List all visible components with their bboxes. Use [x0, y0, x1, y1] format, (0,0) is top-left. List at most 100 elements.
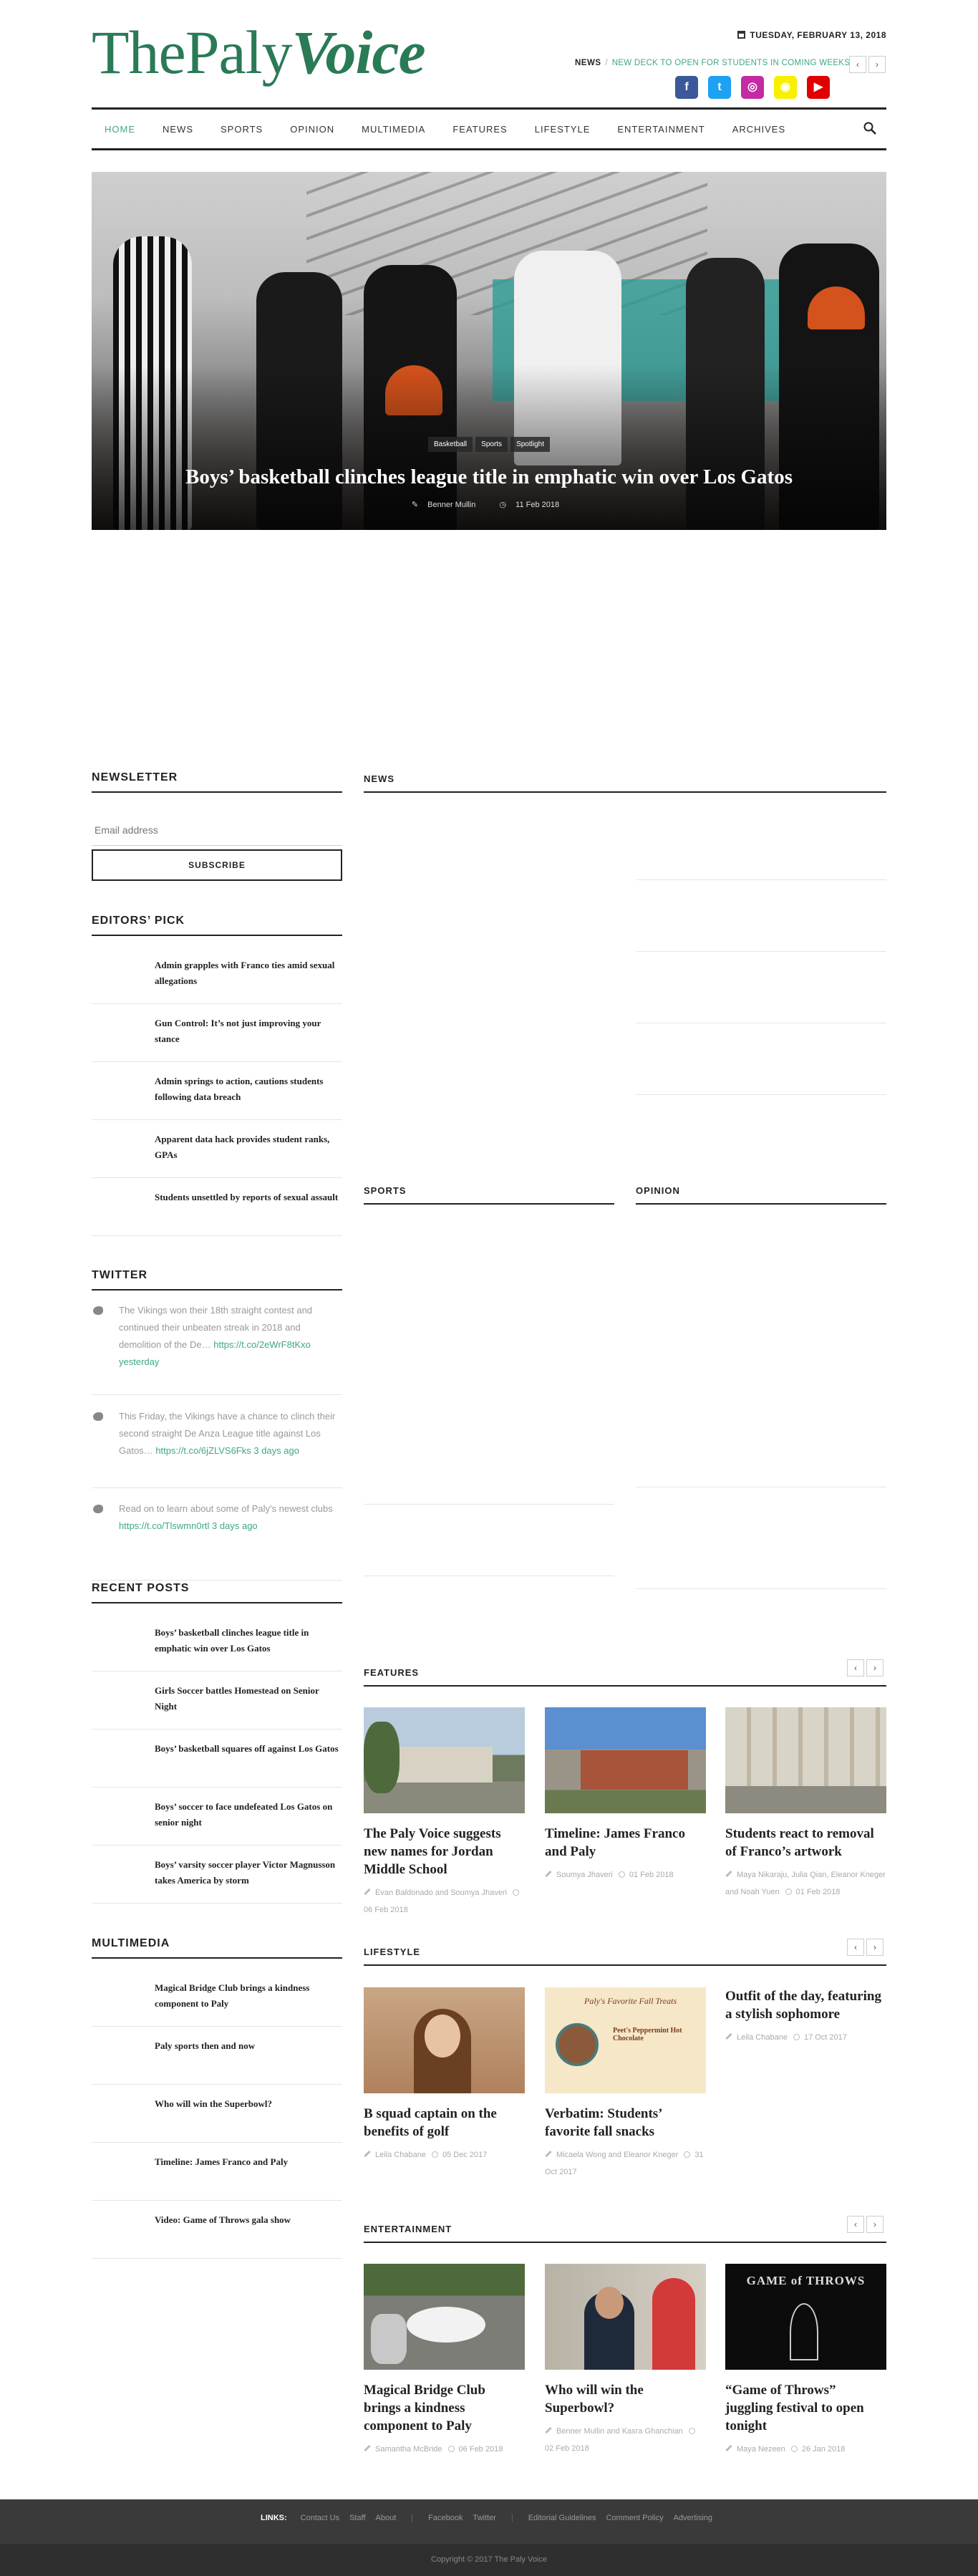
editors-pick-title[interactable]: Apparent data hack provides student rank… — [155, 1132, 341, 1163]
feature-image — [364, 1707, 525, 1813]
lifestyle-heading: LIFESTYLE — [364, 1947, 886, 1966]
entertainment-card[interactable]: Magical Bridge Club brings a kindness co… — [364, 2264, 525, 2458]
feature-card[interactable]: The Paly Voice suggests new names for Jo… — [364, 1707, 525, 1919]
hero-title[interactable]: Boys’ basketball clinches league title i… — [92, 465, 886, 489]
ticker-next-button[interactable]: › — [868, 56, 886, 73]
nav-news[interactable]: NEWS — [163, 124, 193, 135]
multimedia-title[interactable]: Magical Bridge Club brings a kindness co… — [155, 1980, 341, 2012]
lifestyle-title[interactable]: B squad captain on the benefits of golf — [364, 2105, 525, 2141]
multimedia-title[interactable]: Who will win the Superbowl? — [155, 2096, 341, 2112]
footer-link[interactable]: About — [376, 2514, 397, 2522]
snapchat-icon[interactable]: ◉ — [774, 76, 797, 99]
footer-link[interactable]: Advertising — [674, 2514, 712, 2522]
recent-post-title[interactable]: Boys’ varsity soccer player Victor Magnu… — [155, 1857, 341, 1888]
multimedia-item[interactable]: Who will win the Superbowl? — [92, 2085, 342, 2143]
multimedia-title[interactable]: Video: Game of Throws gala show — [155, 2212, 341, 2228]
recent-post-title[interactable]: Boys’ soccer to face undefeated Los Gato… — [155, 1799, 341, 1830]
tweet-time[interactable]: yesterday — [119, 1356, 159, 1367]
features-prev-button[interactable]: ‹ — [847, 1659, 864, 1677]
editors-pick-item[interactable]: Gun Control: It’s not just improving you… — [92, 1004, 342, 1062]
footer-link[interactable]: Editorial Guidelines — [528, 2514, 596, 2522]
facebook-icon[interactable]: f — [675, 76, 698, 99]
entertainment-title[interactable]: “Game of Throws” juggling festival to op… — [725, 2381, 886, 2435]
editors-pick-item[interactable]: Admin grapples with Franco ties amid sex… — [92, 946, 342, 1004]
lifestyle-image — [364, 1987, 525, 2093]
editors-pick-title[interactable]: Admin grapples with Franco ties amid sex… — [155, 957, 341, 989]
tweet-link[interactable]: https://t.co/6jZLVS6Fks — [155, 1445, 251, 1456]
hero-tag[interactable]: Spotlight — [510, 437, 550, 452]
footer-link[interactable]: Staff — [349, 2514, 365, 2522]
multimedia-title[interactable]: Paly sports then and now — [155, 2038, 341, 2054]
nav-entertainment[interactable]: ENTERTAINMENT — [617, 124, 705, 135]
search-icon[interactable] — [863, 122, 876, 135]
editors-pick-title[interactable]: Admin springs to action, cautions studen… — [155, 1074, 341, 1105]
features-next-button[interactable]: › — [866, 1659, 883, 1677]
hero-tag[interactable]: Sports — [475, 437, 508, 452]
editors-pick-item[interactable]: Students unsettled by reports of sexual … — [92, 1178, 342, 1236]
lifestyle-prev-button[interactable]: ‹ — [847, 1939, 864, 1956]
nav-opinion[interactable]: OPINION — [290, 124, 334, 135]
ticker-prev-button[interactable]: ‹ — [849, 56, 866, 73]
lifestyle-card[interactable]: Paly's Favorite Fall Treats Peet's Peppe… — [545, 1987, 706, 2181]
nav-multimedia[interactable]: MULTIMEDIA — [362, 124, 425, 135]
multimedia-item[interactable]: Video: Game of Throws gala show — [92, 2201, 342, 2259]
youtube-icon[interactable]: ▶ — [807, 76, 830, 99]
subscribe-button[interactable]: SUBSCRIBE — [92, 849, 342, 881]
twitter-icon[interactable]: t — [708, 76, 731, 99]
nav-archives[interactable]: ARCHIVES — [732, 124, 785, 135]
site-logo[interactable]: ThePalyVoice — [92, 21, 426, 83]
feature-image — [545, 1707, 706, 1813]
multimedia-item[interactable]: Timeline: James Franco and Paly — [92, 2143, 342, 2201]
nav-sports[interactable]: SPORTS — [221, 124, 263, 135]
footer-link[interactable]: Comment Policy — [606, 2514, 664, 2522]
recent-post-item[interactable]: Boys’ basketball clinches league title i… — [92, 1613, 342, 1671]
entertainment-card[interactable]: GAME of THROWS “Game of Throws” juggling… — [725, 2264, 886, 2458]
feature-title[interactable]: Students react to removal of Franco’s ar… — [725, 1825, 886, 1861]
recent-post-item[interactable]: Boys’ basketball squares off against Los… — [92, 1730, 342, 1788]
editors-pick-title[interactable]: Students unsettled by reports of sexual … — [155, 1190, 341, 1205]
multimedia-item[interactable]: Magical Bridge Club brings a kindness co… — [92, 1969, 342, 2027]
feature-card[interactable]: Students react to removal of Franco’s ar… — [725, 1707, 886, 1901]
footer-link[interactable]: Contact Us — [301, 2514, 339, 2522]
nav-home[interactable]: HOME — [105, 124, 135, 135]
tweet-link[interactable]: https://t.co/Tlswmn0rtl — [119, 1520, 209, 1531]
entertainment-prev-button[interactable]: ‹ — [847, 2216, 864, 2233]
recent-post-item[interactable]: Boys’ varsity soccer player Victor Magnu… — [92, 1846, 342, 1904]
feature-title[interactable]: Timeline: James Franco and Paly — [545, 1825, 706, 1861]
sports-heading: SPORTS — [364, 1185, 614, 1205]
recent-post-title[interactable]: Boys’ basketball clinches league title i… — [155, 1625, 341, 1656]
entertainment-card[interactable]: Who will win the Superbowl? Benner Mulli… — [545, 2264, 706, 2457]
lifestyle-title[interactable]: Outfit of the day, featuring a stylish s… — [725, 1987, 886, 2023]
tweet-time[interactable]: 3 days ago — [253, 1445, 299, 1456]
hero-feature[interactable]: Basketball Sports Spotlight Boys’ basketba… — [92, 172, 886, 530]
lifestyle-title[interactable]: Verbatim: Students’ favorite fall snacks — [545, 2105, 706, 2141]
editors-pick-title[interactable]: Gun Control: It’s not just improving you… — [155, 1016, 341, 1047]
recent-post-title[interactable]: Girls Soccer battles Homestead on Senior… — [155, 1683, 341, 1714]
multimedia-title[interactable]: Timeline: James Franco and Paly — [155, 2154, 341, 2170]
email-input[interactable] — [92, 814, 342, 846]
multimedia-item[interactable]: Paly sports then and now — [92, 2027, 342, 2085]
feature-card[interactable]: Timeline: James Franco and Paly Soumya J… — [545, 1707, 706, 1883]
entertainment-title[interactable]: Who will win the Superbowl? — [545, 2381, 706, 2417]
ticker-headline[interactable]: NEW DECK TO OPEN FOR STUDENTS IN COMING … — [612, 59, 851, 67]
editors-pick-item[interactable]: Admin springs to action, cautions studen… — [92, 1062, 342, 1120]
footer-link[interactable]: Facebook — [428, 2514, 463, 2522]
editors-pick-item[interactable]: Apparent data hack provides student rank… — [92, 1120, 342, 1178]
nav-lifestyle[interactable]: LIFESTYLE — [535, 124, 591, 135]
lifestyle-card[interactable]: B squad captain on the benefits of golf … — [364, 1987, 525, 2163]
tweet-link[interactable]: https://t.co/2eWrF8tKxo — [213, 1339, 311, 1350]
hero-tag[interactable]: Basketball — [428, 437, 473, 452]
recent-post-title[interactable]: Boys’ basketball squares off against Los… — [155, 1741, 341, 1757]
instagram-icon[interactable]: ◎ — [741, 76, 764, 99]
lifestyle-next-button[interactable]: › — [866, 1939, 883, 1956]
tweet-time[interactable]: 3 days ago — [212, 1520, 258, 1531]
footer-link[interactable]: Twitter — [473, 2514, 495, 2522]
entertainment-next-button[interactable]: › — [866, 2216, 883, 2233]
recent-post-item[interactable]: Boys’ soccer to face undefeated Los Gato… — [92, 1788, 342, 1846]
entertainment-title[interactable]: Magical Bridge Club brings a kindness co… — [364, 2381, 525, 2435]
hero-author[interactable]: Benner Mullin — [427, 501, 475, 509]
lifestyle-card[interactable]: Outfit of the day, featuring a stylish s… — [725, 1987, 886, 2046]
feature-title[interactable]: The Paly Voice suggests new names for Jo… — [364, 1825, 525, 1878]
nav-features[interactable]: FEATURES — [452, 124, 507, 135]
recent-post-item[interactable]: Girls Soccer battles Homestead on Senior… — [92, 1671, 342, 1730]
